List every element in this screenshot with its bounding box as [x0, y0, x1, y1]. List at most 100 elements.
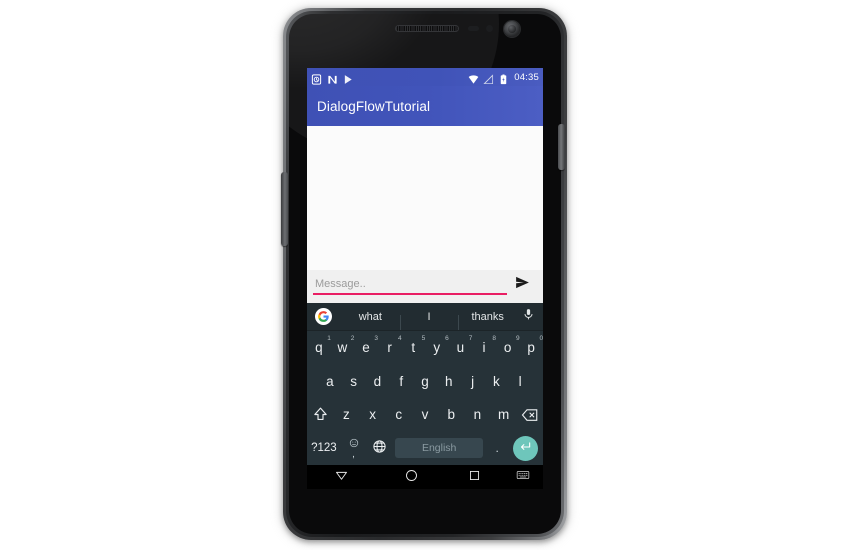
key-q-label: q — [315, 340, 323, 356]
nfc-icon — [327, 72, 338, 84]
key-s[interactable]: s — [342, 365, 366, 399]
enter-key-circle — [512, 435, 538, 461]
key-t[interactable]: 5t — [401, 331, 425, 365]
message-input-underline — [313, 293, 507, 295]
key-p-number: 0 — [539, 335, 543, 342]
enter-icon — [518, 440, 532, 457]
key-u-label: u — [456, 340, 465, 356]
key-a[interactable]: a — [318, 365, 342, 399]
key-e-label: e — [362, 340, 370, 356]
key-i[interactable]: 8i — [472, 331, 496, 365]
symbols-key[interactable]: ?123 — [307, 432, 341, 465]
comma-label: , — [352, 448, 355, 460]
key-t-label: t — [411, 340, 416, 356]
comma-key[interactable]: , — [341, 432, 367, 465]
back-button[interactable] — [307, 468, 377, 488]
recents-button[interactable] — [446, 469, 502, 487]
keyboard-row-2: a s d f g h j k l — [307, 365, 543, 399]
key-p-label: p — [527, 340, 535, 356]
message-input-placeholder: Message.. — [315, 278, 366, 290]
key-f[interactable]: f — [389, 365, 413, 399]
keyboard-toggle-button[interactable] — [503, 468, 543, 487]
key-k[interactable]: k — [484, 365, 508, 399]
key-p[interactable]: 0p — [519, 331, 543, 365]
enter-key[interactable] — [508, 432, 543, 465]
status-bar-right-icons: 04:35 — [468, 71, 539, 84]
status-bar-clock: 04:35 — [514, 71, 539, 83]
suggestion-1[interactable]: I — [399, 311, 459, 330]
back-icon — [334, 468, 349, 488]
key-w[interactable]: 2w — [331, 331, 355, 365]
send-button[interactable] — [507, 272, 537, 298]
keyboard-suggestion-bar: what I thanks — [307, 303, 543, 331]
period-key[interactable]: . — [486, 432, 508, 465]
recents-icon — [468, 469, 481, 487]
home-icon — [404, 468, 419, 488]
key-b[interactable]: b — [438, 398, 464, 432]
front-camera-icon — [504, 21, 520, 37]
soft-keyboard: what I thanks 1q 2w 3e 4 r 5 t 6 y 7 u 8… — [307, 303, 543, 465]
microphone-icon — [522, 308, 535, 326]
space-key[interactable]: English — [392, 432, 486, 465]
key-z[interactable]: z — [333, 398, 359, 432]
keyboard-toggle-icon — [516, 468, 530, 487]
key-o-label: o — [503, 340, 512, 356]
space-key-label: English — [394, 438, 484, 458]
key-r-label: r — [387, 340, 392, 356]
key-l[interactable]: l — [508, 365, 532, 399]
key-x[interactable]: x — [359, 398, 385, 432]
wifi-icon — [468, 72, 479, 84]
signal-off-icon — [483, 72, 494, 84]
backspace-icon — [521, 406, 539, 424]
key-m[interactable]: m — [491, 398, 517, 432]
key-e[interactable]: 3e — [354, 331, 378, 365]
backspace-key[interactable] — [517, 398, 543, 432]
suggestion-2[interactable]: thanks — [458, 311, 517, 330]
key-q[interactable]: 1q — [307, 331, 331, 365]
message-input-field[interactable]: Message.. — [313, 278, 507, 298]
alarm-icon — [311, 72, 322, 85]
home-button[interactable] — [377, 468, 447, 488]
phone-screen: 04:35 DialogFlowTutorial Message.. what … — [307, 68, 543, 489]
proximity-sensor-icon — [468, 26, 479, 31]
keyboard-row-3: z x c v b n m — [307, 398, 543, 432]
suggestion-0[interactable]: what — [341, 311, 400, 323]
page-title: DialogFlowTutorial — [317, 98, 431, 114]
keyboard-row-1: 1q 2w 3e 4r 5t 6y 7u 8i 9o 0p — [307, 331, 543, 365]
key-v[interactable]: v — [412, 398, 438, 432]
microphone-button[interactable] — [517, 308, 539, 326]
key-d[interactable]: d — [366, 365, 390, 399]
status-bar-left-icons — [311, 72, 354, 85]
key-w-label: w — [337, 340, 348, 356]
key-r[interactable]: 4r — [378, 331, 401, 365]
earpiece-speaker — [395, 25, 459, 32]
light-sensor-icon — [486, 25, 493, 32]
volume-rocker-button[interactable] — [281, 172, 288, 246]
key-h[interactable]: h — [437, 365, 461, 399]
key-y-label: y — [433, 340, 441, 356]
key-u[interactable]: 7u — [449, 331, 473, 365]
shift-icon — [312, 406, 329, 423]
google-g-icon[interactable] — [315, 308, 332, 325]
message-input-row: Message.. — [307, 270, 543, 303]
key-y[interactable]: 6y — [425, 331, 448, 365]
language-globe-icon — [372, 439, 387, 457]
system-navigation-bar — [307, 464, 543, 489]
keyboard-row-4: ?123 , English . — [307, 432, 543, 465]
battery-icon — [498, 72, 509, 84]
status-bar: 04:35 — [307, 68, 543, 86]
key-n[interactable]: n — [464, 398, 490, 432]
chat-message-list[interactable] — [307, 126, 543, 270]
shift-key[interactable] — [307, 398, 333, 432]
app-bar: DialogFlowTutorial — [307, 86, 543, 126]
language-key[interactable] — [366, 432, 392, 465]
key-c[interactable]: c — [386, 398, 412, 432]
key-j[interactable]: j — [461, 365, 485, 399]
send-icon — [514, 274, 531, 296]
key-g[interactable]: g — [413, 365, 437, 399]
screenshot-stage: 04:35 DialogFlowTutorial Message.. what … — [0, 0, 850, 550]
key-o[interactable]: 9o — [496, 331, 520, 365]
play-store-icon — [343, 72, 354, 84]
power-button[interactable] — [558, 124, 565, 170]
key-i-label: i — [482, 340, 486, 356]
